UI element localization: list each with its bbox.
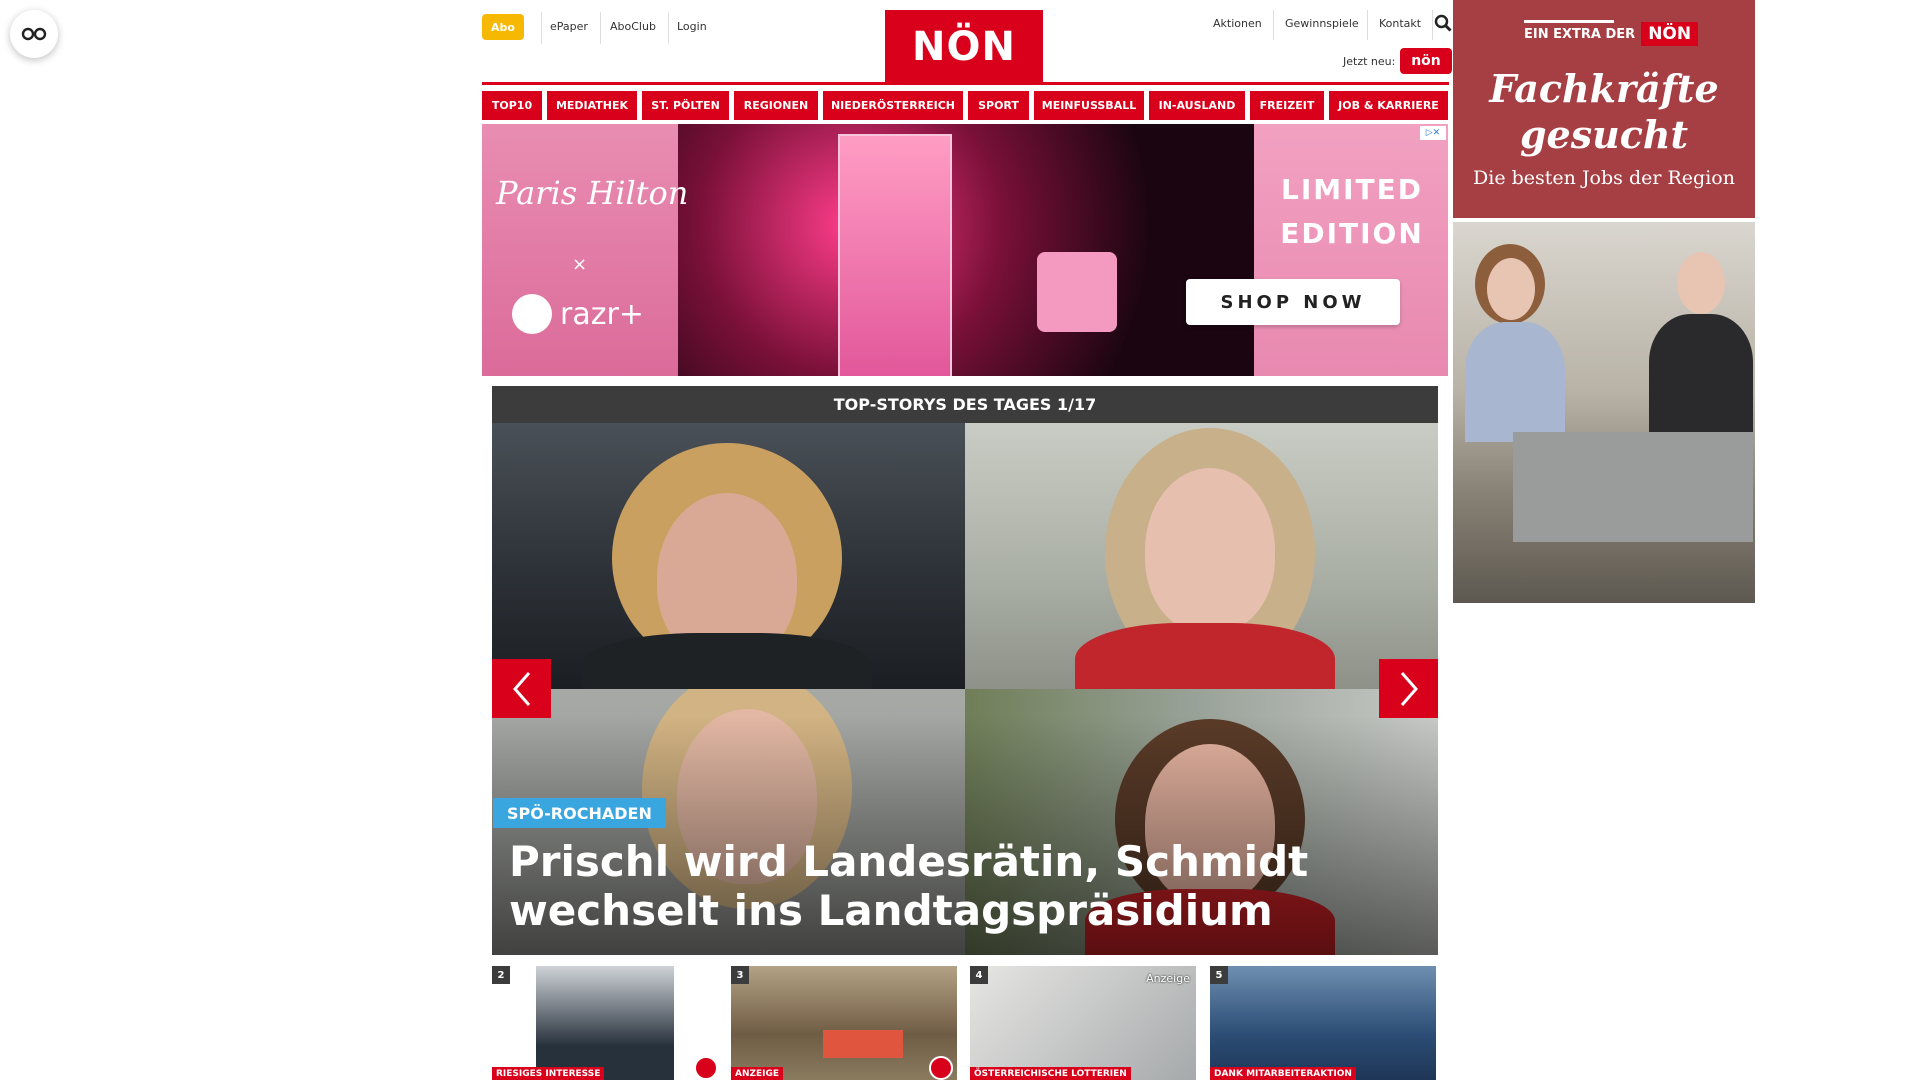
abo-button[interactable]: Abo — [482, 14, 524, 40]
chevron-left-icon — [512, 671, 530, 706]
top-stories-header: TOP-STORYS DES TAGES 1/17 — [492, 386, 1438, 423]
ad-product-image — [678, 124, 1254, 376]
divider — [1432, 10, 1433, 40]
ad-left-panel — [482, 124, 678, 376]
ad-limited-edition: LIMITED EDITION — [1280, 173, 1424, 250]
ad-x: × — [572, 254, 588, 275]
story-number: 2 — [492, 966, 510, 984]
side-ad-subtitle: Die besten Jobs der Region — [1473, 167, 1735, 189]
nav-regionen[interactable]: REGIONEN — [734, 91, 818, 120]
camera-icon — [929, 1056, 953, 1080]
ad-phone-image — [1037, 252, 1117, 332]
side-ad[interactable]: EIN EXTRA DER NÖN Fachkräfte gesucht Die… — [1453, 0, 1755, 603]
kontakt-link[interactable]: Kontakt — [1379, 17, 1421, 30]
nav-job-karriere[interactable]: JOB & KARRIERE — [1329, 91, 1448, 120]
divider — [668, 12, 669, 44]
side-ad-extra-label: EIN EXTRA DER — [1524, 26, 1636, 42]
site-logo[interactable]: NÖN — [885, 10, 1043, 84]
accessibility-button[interactable] — [10, 10, 58, 58]
story-thumbnail[interactable]: 5 DANK MITARBEITERAKTION — [1210, 966, 1436, 1080]
search-icon[interactable] — [1434, 14, 1452, 32]
nav-top10[interactable]: TOP10 — [482, 91, 542, 120]
login-link[interactable]: Login — [677, 20, 707, 33]
nav-meinfussball[interactable]: MEINFUSSBALL — [1034, 91, 1144, 120]
divider — [541, 12, 542, 44]
story-tag: ÖSTERREICHISCHE LOTTERIEN — [970, 1067, 1131, 1080]
aboclub-link[interactable]: AboClub — [610, 20, 656, 33]
story-number: 4 — [970, 966, 988, 984]
camera-icon — [694, 1056, 718, 1080]
story-thumbnail[interactable]: 3 ANZEIGE — [731, 966, 957, 1080]
divider — [1367, 10, 1368, 40]
story-kicker[interactable]: SPÖ-ROCHADEN — [493, 798, 666, 828]
story-tag: ANZEIGE — [731, 1067, 784, 1080]
shop-now-button[interactable]: SHOP NOW — [1186, 279, 1400, 325]
epaper-link[interactable]: ePaper — [550, 20, 588, 33]
previous-slide-button[interactable] — [492, 659, 551, 718]
story-thumbnail[interactable]: 2 RIESIGES INTERESSE — [492, 966, 718, 1080]
side-ad-title-line2: gesucht — [1519, 112, 1689, 157]
ad-banner[interactable]: Paris Hilton × razr+ LIMITED EDITION SHO… — [482, 124, 1448, 376]
gewinnspiele-link[interactable]: Gewinnspiele — [1285, 17, 1359, 30]
aktionen-link[interactable]: Aktionen — [1213, 17, 1262, 30]
nav-niederoesterreich[interactable]: NIEDERÖSTERREICH — [823, 91, 963, 120]
story-number: 3 — [731, 966, 749, 984]
nav-mediathek[interactable]: MEDIATHEK — [547, 91, 637, 120]
side-ad-logo: NÖN — [1641, 22, 1699, 46]
side-ad-extra: EIN EXTRA DER NÖN — [1524, 22, 1699, 46]
nav-freizeit[interactable]: FREIZEIT — [1250, 91, 1324, 120]
story-thumbnail[interactable]: 4 Anzeige ÖSTERREICHISCHE LOTTERIEN — [970, 966, 1196, 1080]
divider — [600, 12, 601, 44]
story-headline[interactable]: Prischl wird Landesrätin, Schmidt wechse… — [509, 837, 1329, 935]
glasses-icon — [21, 27, 47, 41]
ad-partner: razr+ — [512, 294, 644, 334]
adchoices-icon[interactable]: ▷✕ — [1420, 126, 1446, 140]
ad-partner-label: razr+ — [560, 296, 644, 332]
story-number: 5 — [1210, 966, 1228, 984]
side-ad-title-line1: Fachkräfte — [1489, 66, 1719, 111]
side-ad-photo — [1453, 222, 1755, 603]
thumbnail-image — [536, 966, 674, 1080]
nav-st-poelten[interactable]: ST. PÖLTEN — [642, 91, 729, 120]
story-tag: DANK MITARBEITERAKTION — [1210, 1067, 1356, 1080]
ad-box-image — [838, 134, 952, 376]
story-tag: RIESIGES INTERESSE — [492, 1067, 605, 1080]
ad-brand: Paris Hilton — [496, 174, 689, 212]
top-story-slide[interactable]: SPÖ-ROCHADEN Prischl wird Landesrätin, S… — [492, 423, 1438, 955]
jetzt-neu-logo[interactable]: nön — [1400, 48, 1452, 74]
nav-in-ausland[interactable]: IN-AUSLAND — [1149, 91, 1245, 120]
side-ad-title: Fachkräfte gesucht — [1453, 66, 1755, 158]
ad-label: Anzeige — [1146, 972, 1190, 985]
motorola-logo-icon — [512, 294, 552, 334]
divider — [1273, 10, 1274, 40]
thumbnail-banner — [823, 1030, 903, 1058]
jetzt-neu-label: Jetzt neu: — [1343, 55, 1396, 68]
chevron-right-icon — [1400, 671, 1418, 706]
nav-sport[interactable]: SPORT — [968, 91, 1029, 120]
header-rule — [482, 82, 1449, 85]
next-slide-button[interactable] — [1379, 659, 1438, 718]
